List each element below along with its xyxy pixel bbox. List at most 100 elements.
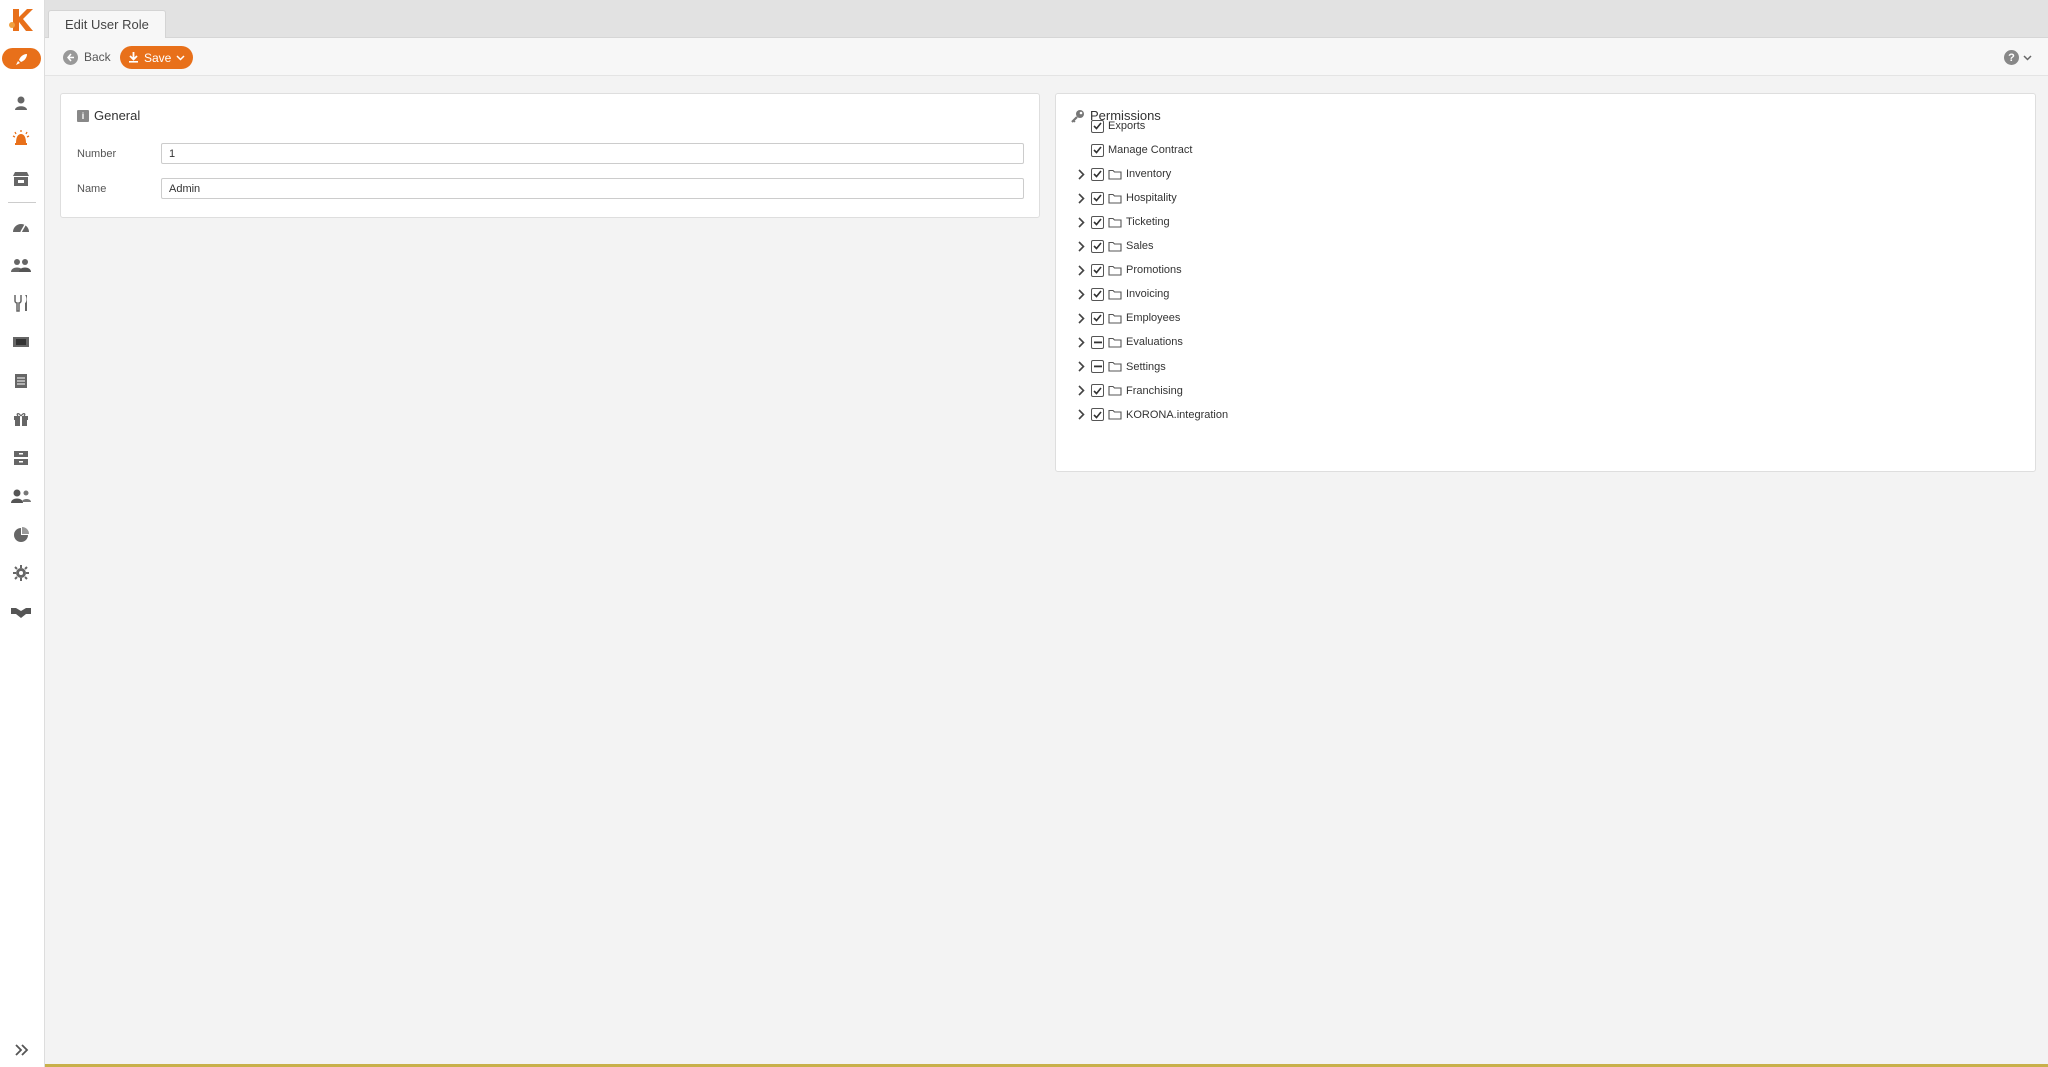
restaurant-icon[interactable]: [10, 292, 32, 314]
number-row: Number: [77, 143, 1024, 164]
rocket-button[interactable]: [2, 48, 41, 69]
expand-sidebar-icon[interactable]: [12, 1040, 32, 1060]
general-panel: i General Number Name: [60, 93, 1040, 218]
permission-checkbox[interactable]: [1091, 167, 1104, 181]
chevron-right-icon[interactable]: [1076, 335, 1086, 349]
chevron-right-icon[interactable]: [1076, 239, 1086, 253]
permission-checkbox[interactable]: [1091, 191, 1104, 205]
help-icon: ?: [2004, 50, 2019, 65]
korona-logo[interactable]: [7, 5, 37, 35]
permission-item: Settings: [1076, 358, 1166, 376]
name-field[interactable]: [161, 178, 1024, 199]
name-label: Name: [77, 182, 107, 195]
people-icon[interactable]: [10, 254, 32, 276]
back-label: Back: [84, 50, 111, 64]
list-icon[interactable]: [10, 370, 32, 392]
save-label: Save: [144, 50, 172, 65]
chevron-down-icon: [2023, 54, 2032, 61]
dashboard-icon[interactable]: [10, 216, 32, 238]
folder-icon: [1108, 384, 1124, 398]
back-arrow-icon: [63, 49, 78, 65]
permission-item: Employees: [1076, 309, 1180, 327]
permission-item: Evaluations: [1076, 333, 1183, 351]
permission-label: Invoicing: [1126, 288, 1170, 301]
permissions-panel: Permissions Exports Manage Contract Invent…: [1055, 93, 2036, 472]
permission-item: Manage Contract: [1091, 141, 1192, 159]
chevron-down-icon: [176, 54, 185, 61]
gear-icon[interactable]: [10, 562, 32, 584]
permission-label: Employees: [1126, 312, 1181, 325]
bell-icon[interactable]: [10, 128, 32, 150]
handshake-icon[interactable]: [10, 601, 32, 623]
chevron-right-icon[interactable]: [1076, 384, 1086, 398]
folder-icon: [1108, 335, 1124, 349]
permission-label: Settings: [1126, 360, 1166, 373]
permission-label: Promotions: [1126, 264, 1182, 277]
download-icon: [129, 52, 138, 63]
users-icon[interactable]: [10, 485, 32, 507]
chevron-right-icon[interactable]: [1076, 360, 1086, 374]
permission-item: Sales: [1076, 237, 1154, 255]
user-icon[interactable]: [10, 92, 32, 114]
gift-icon[interactable]: [10, 408, 32, 430]
chevron-right-icon[interactable]: [1076, 263, 1086, 277]
info-icon: i: [77, 109, 89, 122]
permission-item: Hospitality: [1076, 189, 1177, 207]
permission-checkbox[interactable]: [1091, 263, 1104, 277]
number-label: Number: [77, 147, 117, 160]
permission-checkbox[interactable]: [1091, 215, 1104, 229]
general-title-text: General: [94, 108, 141, 123]
ticket-icon[interactable]: [10, 331, 32, 353]
sidebar: [0, 0, 45, 1067]
permission-label: Ticketing: [1126, 216, 1170, 229]
permission-item: Ticketing: [1076, 213, 1170, 231]
chevron-right-icon[interactable]: [1076, 287, 1086, 301]
save-button[interactable]: Save: [120, 46, 194, 69]
help-button[interactable]: ?: [2004, 50, 2032, 65]
permission-checkbox[interactable]: [1091, 408, 1104, 422]
folder-icon: [1108, 239, 1124, 253]
chevron-right-icon[interactable]: [1076, 408, 1086, 422]
pie-chart-icon[interactable]: [10, 524, 32, 546]
chevron-right-icon[interactable]: [1076, 191, 1086, 205]
tab-edit-user-role[interactable]: Edit User Role: [48, 10, 166, 39]
permission-checkbox[interactable]: [1091, 335, 1104, 349]
name-row: Name: [77, 178, 1024, 199]
permission-checkbox[interactable]: [1091, 360, 1104, 373]
permission-checkbox[interactable]: [1091, 143, 1104, 157]
folder-icon: [1108, 215, 1124, 229]
permission-label: Exports: [1108, 120, 1146, 132]
permission-item: KORONA.integration: [1076, 406, 1228, 424]
permission-label: Franchising: [1126, 384, 1183, 397]
folder-icon: [1108, 191, 1124, 205]
archive-icon[interactable]: [10, 447, 32, 469]
chevron-right-icon[interactable]: [1076, 311, 1086, 325]
rocket-icon: [15, 53, 27, 65]
permission-item: Franchising: [1076, 382, 1183, 400]
permission-item: Invoicing: [1076, 285, 1169, 303]
back-button[interactable]: Back: [63, 48, 111, 66]
permission-label: Inventory: [1126, 168, 1172, 181]
tab-bar: Edit User Role: [45, 0, 2048, 39]
key-icon: [1071, 109, 1084, 123]
folder-icon: [1108, 167, 1124, 181]
chevron-right-icon[interactable]: [1076, 167, 1086, 181]
folder-icon: [1108, 287, 1124, 301]
permission-item: Inventory: [1076, 165, 1171, 183]
permission-checkbox[interactable]: [1091, 384, 1104, 398]
permission-label: Evaluations: [1126, 336, 1183, 349]
permission-label: Manage Contract: [1108, 144, 1193, 157]
permission-checkbox[interactable]: [1091, 239, 1104, 253]
permission-label: KORONA.integration: [1126, 408, 1229, 421]
permission-checkbox[interactable]: [1091, 287, 1104, 301]
number-field[interactable]: [161, 143, 1024, 164]
permission-checkbox[interactable]: [1091, 311, 1104, 325]
store-icon[interactable]: [10, 168, 32, 190]
permission-checkbox[interactable]: [1091, 119, 1104, 133]
sidebar-separator: [8, 202, 36, 203]
folder-icon: [1108, 263, 1124, 277]
folder-icon: [1108, 311, 1124, 325]
folder-icon: [1108, 408, 1124, 422]
chevron-right-icon[interactable]: [1076, 215, 1086, 229]
permission-label: Hospitality: [1126, 192, 1177, 205]
